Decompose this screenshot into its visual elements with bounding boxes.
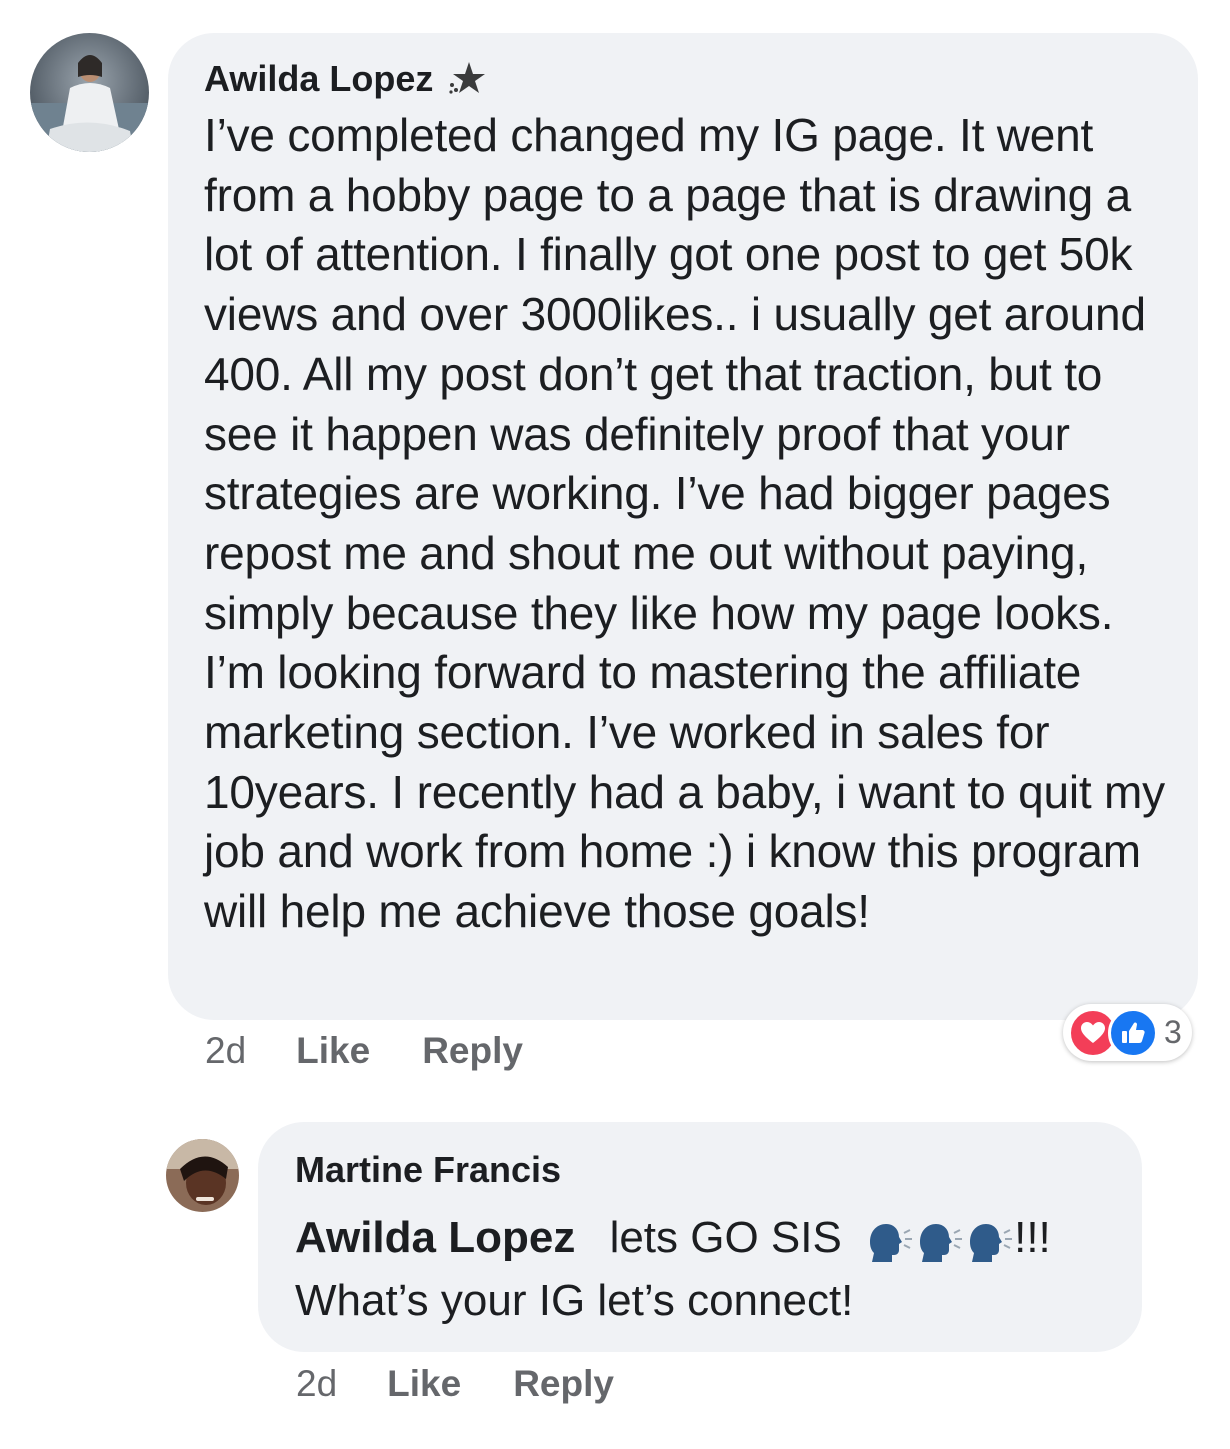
reply-text-line2: What’s your IG let’s connect! (295, 1276, 854, 1325)
reply-timestamp[interactable]: 2d (296, 1363, 337, 1405)
comment-meta: 2d Like Reply (205, 1028, 523, 1074)
reply-button[interactable]: Reply (422, 1030, 523, 1072)
top-fan-star-icon (447, 60, 486, 98)
speaking-head-icon (914, 1218, 964, 1263)
reaction-count: 3 (1164, 1014, 1182, 1050)
avatar-awilda-lopez[interactable] (30, 33, 149, 152)
reply-like-button[interactable]: Like (387, 1363, 461, 1405)
reply-author-name[interactable]: Martine Francis (295, 1146, 1106, 1194)
reply-meta: 2d Like Reply (296, 1361, 614, 1407)
comment-timestamp[interactable]: 2d (205, 1030, 246, 1072)
reply-text-part1: lets GO SIS (609, 1213, 842, 1262)
reply-reply-button[interactable]: Reply (513, 1363, 614, 1405)
reaction-summary[interactable]: 3 (1063, 1004, 1192, 1061)
avatar-martine-francis[interactable] (166, 1139, 239, 1212)
like-icon (1108, 1007, 1158, 1058)
speaking-head-icon (864, 1218, 914, 1263)
comment-text: I’ve completed changed my IG page. It we… (204, 109, 1165, 938)
like-button[interactable]: Like (296, 1030, 370, 1072)
reply-bubble-martine: Martine Francis Awilda Lopez lets GO SIS… (258, 1122, 1142, 1352)
speaking-head-icon (964, 1218, 1014, 1263)
comment-bubble-awilda: Awilda Lopez I’ve completed changed my I… (168, 33, 1198, 1020)
reply-text: Awilda Lopez lets GO SIS !!! What’s your… (295, 1206, 1106, 1332)
mention-tag[interactable]: Awilda Lopez (295, 1213, 575, 1262)
reply-text-part2: !!! (1014, 1213, 1051, 1262)
comment-author-name[interactable]: Awilda Lopez (204, 58, 433, 100)
